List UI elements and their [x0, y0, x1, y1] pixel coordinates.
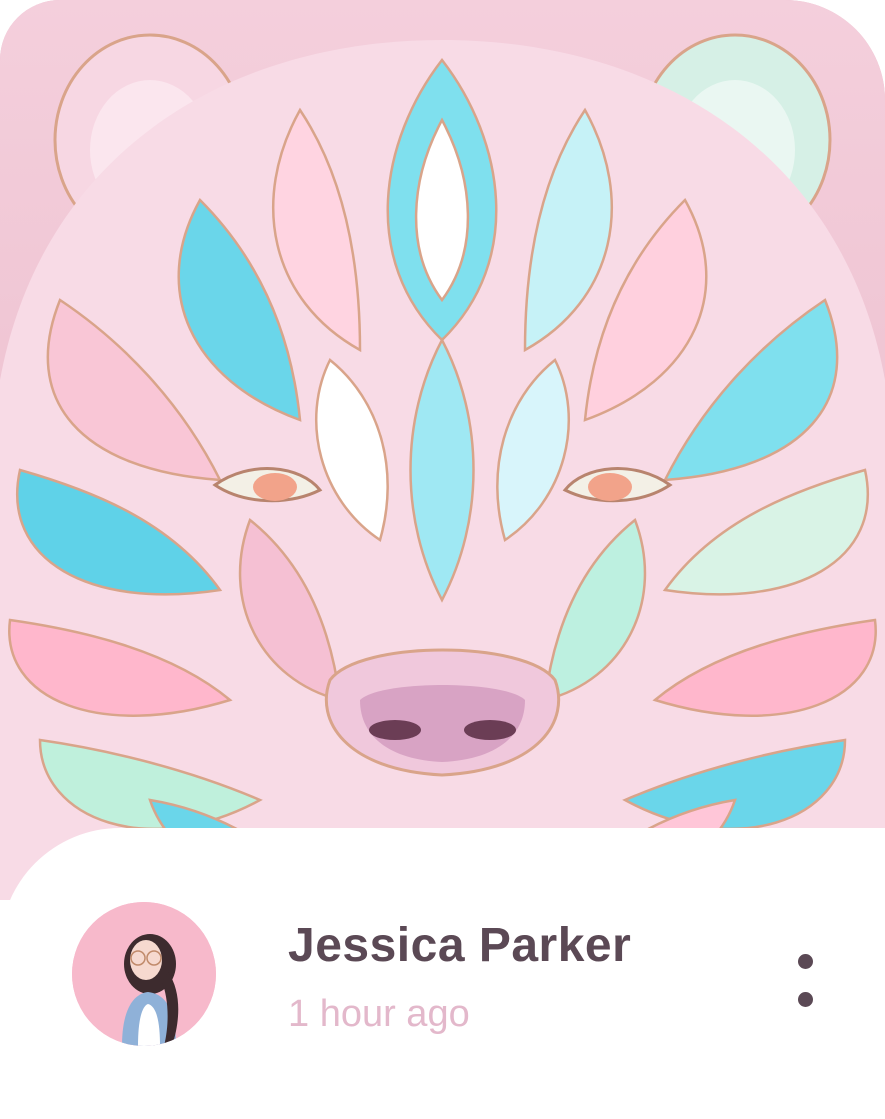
post-timestamp: 1 hour ago [288, 993, 470, 1035]
avatar[interactable] [72, 902, 216, 1046]
post-card: Jessica Parker 1 hour ago [0, 0, 885, 1119]
author-name[interactable]: Jessica Parker [288, 918, 631, 973]
avatar-photo-icon [72, 902, 216, 1046]
more-options-button[interactable] [780, 940, 832, 1024]
more-vertical-icon-dot [798, 992, 813, 1007]
bear-artwork-icon [0, 0, 885, 900]
more-vertical-icon [798, 954, 813, 969]
post-image[interactable] [0, 0, 885, 900]
